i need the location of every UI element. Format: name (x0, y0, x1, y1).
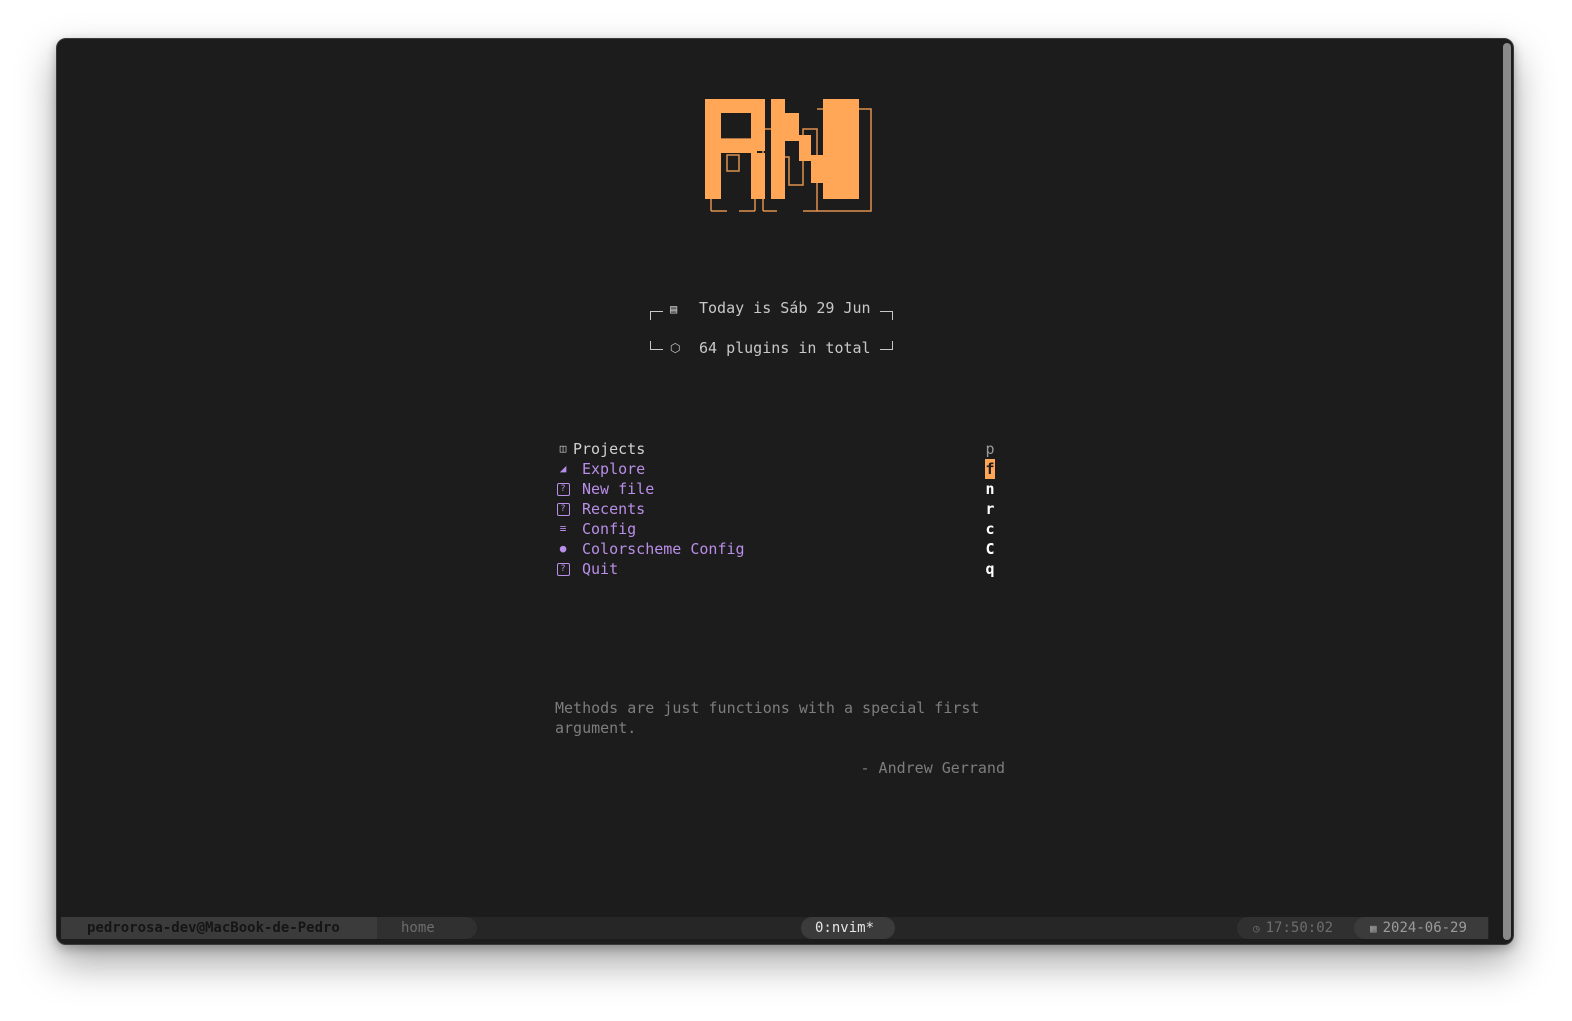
header-box-corner (650, 311, 663, 320)
quote-text: Methods are just functions with a specia… (555, 699, 980, 737)
sliders-icon: ≡ (559, 522, 567, 535)
menu-item-label: Quit (582, 560, 619, 578)
clock-icon: ◷ (1253, 922, 1260, 935)
plugins-line: 64 plugins in total (699, 339, 871, 357)
menu-item-label: Config (582, 520, 637, 538)
menu-shortcut-key: C (985, 540, 995, 558)
menu-item-new-file[interactable]: ? New file n (555, 479, 1015, 499)
calendar-icon: ▦ (1370, 922, 1377, 935)
status-time: ◷ 17:50:02 (1237, 917, 1363, 939)
status-date: ▦ 2024-06-29 (1354, 917, 1488, 939)
menu-item-colorscheme-config[interactable]: ● Colorscheme Config C (555, 539, 1015, 559)
status-host: pedrorosa-dev@MacBook-de-Pedro (61, 917, 399, 939)
folder-icon: ◢ (559, 462, 567, 475)
menu-item-label: Projects (573, 440, 646, 458)
unknown-glyph-icon: ? (555, 559, 571, 579)
date-line: Today is Sáb 29 Jun (699, 299, 871, 317)
menu-shortcut-key: n (985, 480, 995, 498)
terminal-window: ▤ Today is Sáb 29 Jun ⬡ 64 plugins in to… (56, 38, 1514, 945)
status-time-value: 17:50:02 (1265, 920, 1334, 936)
unknown-glyph-icon: ? (555, 499, 571, 519)
dashboard-logo (705, 99, 872, 212)
menu-item-label: New file (582, 480, 655, 498)
book-icon: ◫ (559, 442, 567, 455)
palette-icon: ● (559, 542, 567, 555)
menu-item-label: Recents (582, 500, 646, 518)
menu-shortcut-key: c (985, 520, 995, 538)
menu-item-label: Colorscheme Config (582, 540, 745, 558)
menu-shortcut-key: p (985, 440, 995, 458)
quote-author: - Andrew Gerrand (860, 759, 1006, 777)
menu-item-config[interactable]: ≡ Config c (555, 519, 1015, 539)
menu-item-quit[interactable]: ? Quit q (555, 559, 1015, 579)
calendar-icon: ▤ (670, 302, 678, 316)
header-box-corner (880, 311, 893, 320)
unknown-glyph-icon: ? (555, 479, 571, 499)
menu-item-label: Explore (582, 460, 646, 478)
status-date-value: 2024-06-29 (1382, 920, 1467, 936)
header-box-corner (650, 341, 663, 350)
logo-letters (705, 99, 859, 199)
status-session[interactable]: home (377, 917, 477, 939)
menu-item-recents[interactable]: ? Recents r (555, 499, 1015, 519)
menu-shortcut-key: q (985, 560, 995, 578)
scrollbar[interactable] (1503, 43, 1511, 940)
dashboard-menu: ◫ Projects p ◢ Explore f ? New file n ? … (555, 439, 1015, 579)
menu-shortcut-key: f (985, 459, 995, 479)
menu-shortcut-key: r (985, 500, 995, 518)
menu-item-explore[interactable]: ◢ Explore f (555, 459, 1015, 479)
menu-section-projects[interactable]: ◫ Projects p (555, 439, 1015, 459)
header-box-corner (880, 341, 893, 350)
package-icon: ⬡ (670, 341, 681, 355)
status-window-tab[interactable]: 0:nvim* (801, 917, 895, 939)
tmux-status-bar: pedrorosa-dev@MacBook-de-Pedro home 0:nv… (61, 917, 1489, 939)
